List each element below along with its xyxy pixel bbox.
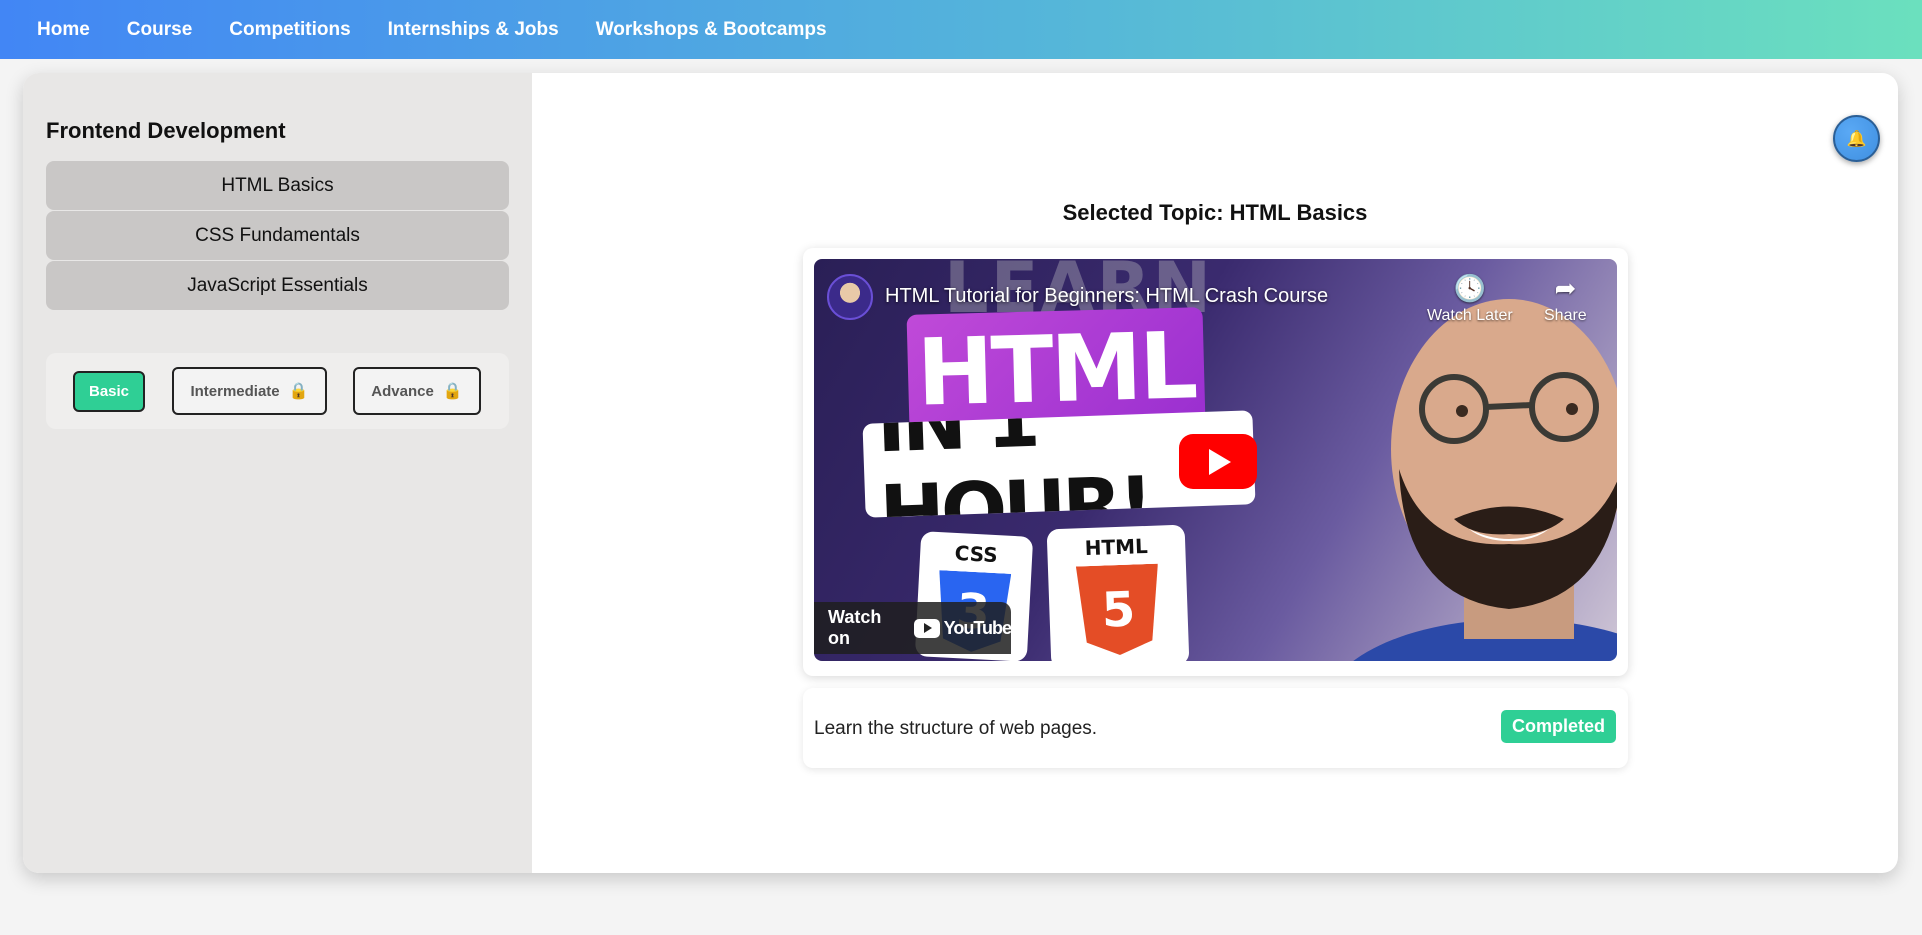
sidebar-title: Frontend Development [46,118,286,143]
main-card: Frontend Development HTML Basics CSS Fun… [23,73,1898,873]
status-badge: Completed [1500,710,1616,743]
watch-later-label: Watch Later [1427,307,1513,324]
watch-on-youtube-button[interactable]: Watch on YouTube [814,602,1012,654]
sidebar: Frontend Development HTML Basics CSS Fun… [23,73,532,873]
level-intermediate-button[interactable]: Intermediate 🔒 [172,367,327,415]
nav-competitions[interactable]: Competitions [229,19,350,41]
level-advance-button[interactable]: Advance 🔒 [353,367,481,415]
share-button[interactable]: ➦ Share [1544,273,1587,325]
watch-later-button[interactable]: 🕓 Watch Later [1427,273,1513,325]
presenter-image [1353,299,1617,661]
youtube-embed[interactable]: LEARN HTML IN 1 HOUR! CSS 3 HTML 5 [814,259,1617,661]
nav-home[interactable]: Home [37,19,90,41]
selected-topic-heading: Selected Topic: HTML Basics [1062,200,1368,225]
bell-icon: 🔔 [1846,130,1867,148]
css-logo-label: CSS [954,540,999,568]
nav-course[interactable]: Course [127,19,192,41]
watch-on-label: Watch on [828,607,882,648]
topic-description: Learn the structure of web pages. [814,718,1098,739]
topic-html-basics-button[interactable]: HTML Basics [46,161,509,210]
play-button[interactable] [1179,434,1257,489]
html5-logo: HTML 5 [1046,524,1190,661]
level-intermediate-label: Intermediate [190,382,280,400]
share-label: Share [1544,307,1587,324]
nav-internships-jobs[interactable]: Internships & Jobs [388,19,559,41]
nav-workshops-bootcamps[interactable]: Workshops & Bootcamps [596,19,827,41]
video-title[interactable]: HTML Tutorial for Beginners: HTML Crash … [885,285,1328,308]
lock-icon: 🔒 [442,383,463,400]
thumbnail-html-text: HTML [906,307,1206,431]
youtube-logo-icon: YouTube [913,617,1012,639]
share-icon: ➦ [1554,273,1577,303]
level-advance-label: Advance [371,382,434,400]
video-card: LEARN HTML IN 1 HOUR! CSS 3 HTML 5 [803,248,1628,676]
clock-icon: 🕓 [1453,273,1487,303]
play-icon [1209,448,1231,475]
topic-css-fundamentals-button[interactable]: CSS Fundamentals [46,211,509,260]
html5-logo-number: 5 [1100,581,1137,639]
lock-icon: 🔒 [288,383,309,400]
level-basic-button[interactable]: Basic [73,371,145,412]
youtube-logo-text: YouTube [943,617,1012,638]
channel-avatar[interactable] [827,274,873,320]
notification-button[interactable]: 🔔 [1833,115,1880,162]
top-navbar: Home Course Competitions Internships & J… [0,0,1922,59]
html5-logo-label: HTML [1084,533,1149,561]
level-basic-label: Basic [88,383,130,400]
topic-description-card: Learn the structure of web pages. Comple… [803,688,1628,768]
topic-javascript-essentials-button[interactable]: JavaScript Essentials [46,261,509,310]
level-selector: Basic Intermediate 🔒 Advance 🔒 [46,353,509,429]
